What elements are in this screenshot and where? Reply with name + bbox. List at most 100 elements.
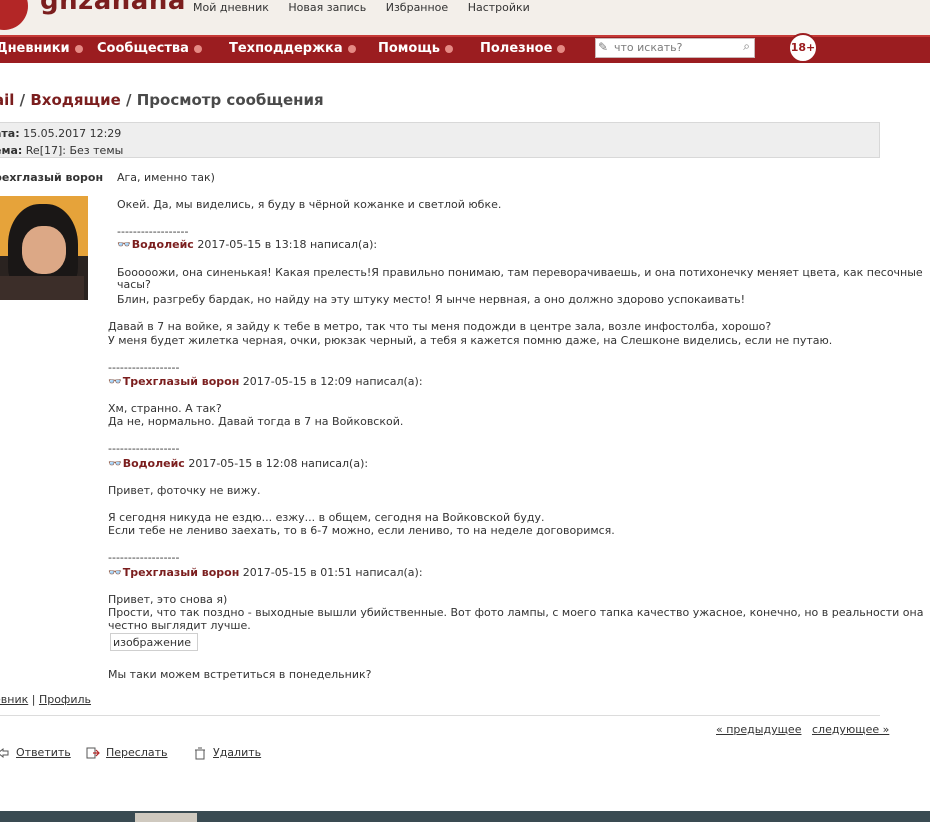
dropdown-dot-icon <box>347 44 356 53</box>
user-icon: 👓 <box>108 375 122 388</box>
forward-icon <box>86 747 100 759</box>
message-line: Прости, что так поздно - выходные вышли … <box>108 606 924 619</box>
prev-link[interactable]: « предыдущее <box>716 723 801 736</box>
link-divider: | <box>28 693 39 706</box>
forward-label: Переслать <box>106 746 168 759</box>
user-icon: 👓 <box>108 457 122 470</box>
subject-value: Re[17]: Без темы <box>25 144 124 157</box>
image-alt-text: изображение <box>113 636 192 649</box>
quote-header: 👓Водолейс 2017-05-15 в 13:18 написал(а): <box>117 238 377 251</box>
message-line: Хм, странно. А так? <box>108 402 222 415</box>
quote-divider: ------------------ <box>108 361 180 374</box>
quote-author-link[interactable]: Трехглазый ворон <box>123 566 240 579</box>
author-name[interactable]: рехглазый ворон <box>0 171 103 184</box>
date-label: ата: <box>0 127 20 140</box>
avatar-coat <box>0 276 84 300</box>
breadcrumb-inbox[interactable]: Входящие <box>30 91 120 109</box>
nav-item-label: Техподдержка <box>229 41 343 56</box>
nav-item-support[interactable]: Техподдержка <box>229 41 356 56</box>
divider <box>0 715 880 716</box>
message-line: Блин, разгребу бардак, но найду на эту ш… <box>117 293 746 306</box>
top-link-my-diary[interactable]: Мой дневник <box>193 1 269 14</box>
quote-header: 👓Трехглазый ворон 2017-05-15 в 12:09 нап… <box>108 375 423 388</box>
user-icon: 👓 <box>117 238 131 251</box>
profile-link[interactable]: Профиль <box>39 693 91 706</box>
message-line: Привет, это снова я) <box>108 593 228 606</box>
message-meta: ата: 15.05.2017 12:29 ема: Re[17]: Без т… <box>0 122 880 158</box>
os-taskbar <box>0 811 930 822</box>
quote-meta: 2017-05-15 в 12:08 написал(а): <box>188 457 369 470</box>
search-icon[interactable]: ⌕ <box>743 39 750 54</box>
message-line: Привет, фоточку не вижу. <box>108 484 261 497</box>
message-line: У меня будет жилетка черная, очки, рюкза… <box>108 334 833 347</box>
nav-item-useful[interactable]: Полезное <box>480 41 566 56</box>
reply-icon <box>0 747 9 759</box>
subject-label: ема: <box>0 144 23 157</box>
quote-divider: ------------------ <box>108 442 180 455</box>
nav-item-label: Дневники <box>0 41 70 56</box>
quote-author-link[interactable]: Трехглазый ворон <box>123 375 240 388</box>
nav-item-communities[interactable]: Сообщества <box>97 41 202 56</box>
diary-link[interactable]: евник <box>0 693 28 706</box>
delete-button[interactable]: Удалить <box>193 746 261 760</box>
top-strip: ghzanana Мой дневник Новая запись Избран… <box>0 0 930 35</box>
quote-author-link[interactable]: Водолейс <box>123 457 185 470</box>
nav-item-help[interactable]: Помощь <box>378 41 453 56</box>
quote-meta: 2017-05-15 в 13:18 написал(а): <box>197 238 378 251</box>
top-link-new-post[interactable]: Новая запись <box>288 1 366 14</box>
message-line: Бооооожи, она синенькая! Какая прелесть!… <box>117 266 923 279</box>
top-link-favorites[interactable]: Избранное <box>386 1 448 14</box>
dropdown-dot-icon <box>74 44 83 53</box>
author-links: евник | Профиль <box>0 693 91 706</box>
pencil-icon: ✎ <box>598 40 609 54</box>
quote-divider: ------------------ <box>117 225 189 238</box>
delete-label: Удалить <box>213 746 262 759</box>
logo-icon[interactable] <box>0 0 28 30</box>
message-line: Давай в 7 на войке, я зайду к тебе в мет… <box>108 320 772 333</box>
search-input[interactable]: ✎ что искать? ⌕ <box>595 38 755 58</box>
age-badge: 18+ <box>788 33 818 63</box>
avatar[interactable] <box>0 196 88 300</box>
breadcrumb: ail / Входящие / Просмотр сообщения <box>0 91 324 109</box>
breadcrumb-separator: / <box>14 91 31 109</box>
quote-divider: ------------------ <box>108 551 180 564</box>
dropdown-dot-icon <box>444 44 453 53</box>
message-line: Мы таки можем встретиться в понедельник? <box>108 668 372 681</box>
pager: « предыдущее следующее » <box>716 723 889 736</box>
logo-text[interactable]: ghzanana <box>40 0 186 16</box>
nav-item-label: Сообщества <box>97 41 189 56</box>
trash-icon <box>195 747 205 760</box>
top-links: Мой дневник Новая запись Избранное Настр… <box>193 1 546 14</box>
reply-button[interactable]: Ответить <box>0 746 71 760</box>
nav-item-label: Помощь <box>378 41 440 56</box>
quote-meta: 2017-05-15 в 12:09 написал(а): <box>242 375 423 388</box>
user-icon: 👓 <box>108 566 122 579</box>
quote-header: 👓Трехглазый ворон 2017-05-15 в 01:51 нап… <box>108 566 423 579</box>
broken-image[interactable]: изображение <box>110 633 198 651</box>
reply-label: Ответить <box>16 746 71 759</box>
quote-header: 👓Водолейс 2017-05-15 в 12:08 написал(а): <box>108 457 368 470</box>
taskbar-button[interactable] <box>135 813 197 822</box>
avatar-face <box>22 226 66 274</box>
quote-meta: 2017-05-15 в 01:51 написал(а): <box>242 566 423 579</box>
breadcrumb-separator: / <box>120 91 137 109</box>
next-link[interactable]: следующее » <box>812 723 889 736</box>
quote-author-link[interactable]: Водолейс <box>132 238 194 251</box>
date-value: 15.05.2017 12:29 <box>23 127 122 140</box>
message-line: честно выглядит лучше. <box>108 619 251 632</box>
dropdown-dot-icon <box>557 44 566 53</box>
message-line: Ага, именно так) <box>117 171 215 184</box>
message-line: Если тебе не лениво заехать, то в 6-7 мо… <box>108 524 615 537</box>
breadcrumb-current: Просмотр сообщения <box>136 91 324 109</box>
message-line: Да не, нормально. Давай тогда в 7 на Вой… <box>108 415 404 428</box>
message-line: Окей. Да, мы виделись, я буду в чёрной к… <box>117 198 502 211</box>
search-placeholder: что искать? <box>614 41 683 54</box>
forward-button[interactable]: Переслать <box>86 746 168 760</box>
nav-item-diaries[interactable]: Дневники <box>0 41 83 56</box>
message-line: часы? <box>117 278 151 291</box>
nav-item-label: Полезное <box>480 41 553 56</box>
top-link-settings[interactable]: Настройки <box>468 1 530 14</box>
dropdown-dot-icon <box>193 44 202 53</box>
message-line: Я сегодня никуда не ездю... езжу... в об… <box>108 511 545 524</box>
breadcrumb-mail[interactable]: ail <box>0 91 14 109</box>
